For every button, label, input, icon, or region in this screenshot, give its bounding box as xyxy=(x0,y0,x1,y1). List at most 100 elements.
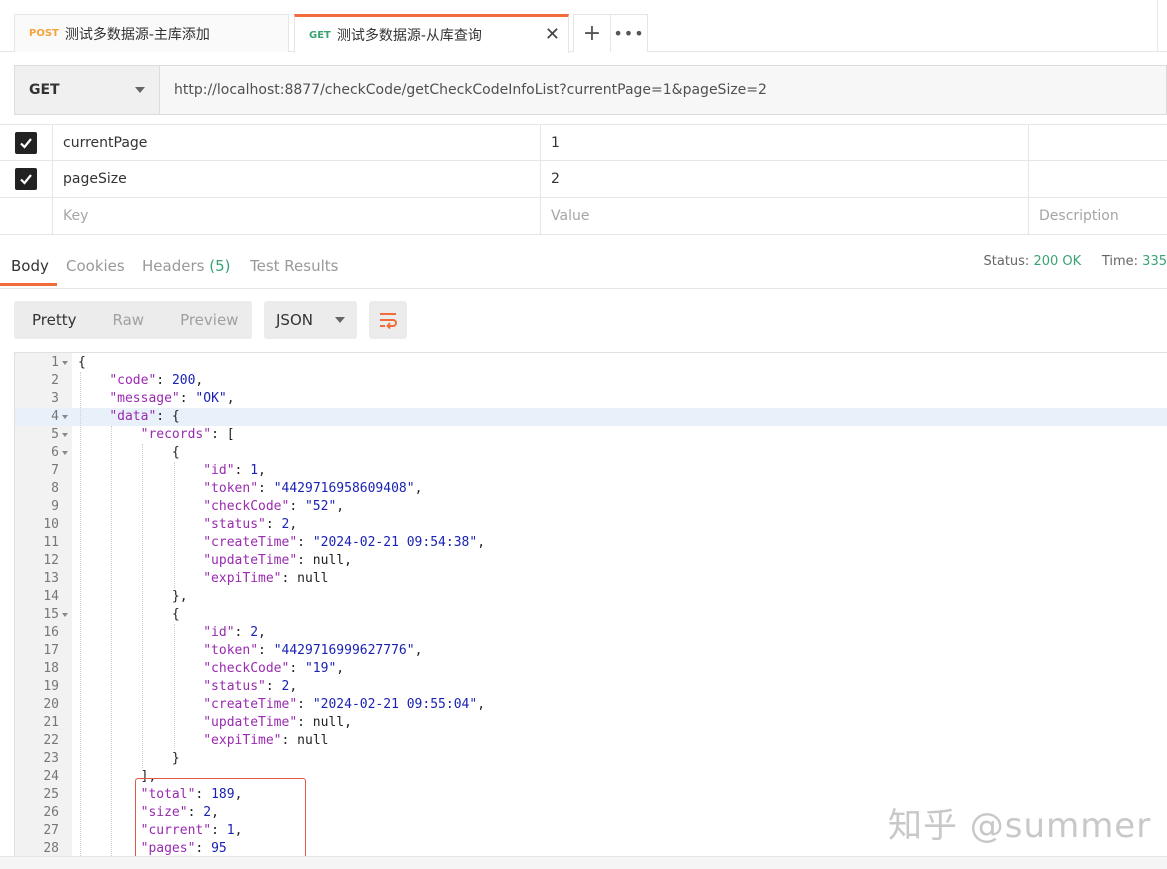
line-number: 8 xyxy=(51,481,59,496)
fold-arrow-icon[interactable] xyxy=(62,433,68,437)
code-line: 6 { xyxy=(15,444,1167,462)
fold-arrow-icon[interactable] xyxy=(62,361,68,365)
fold-arrow-icon[interactable] xyxy=(62,451,68,455)
format-value: JSON xyxy=(276,311,313,329)
param-key[interactable]: pageSize xyxy=(53,161,541,197)
param-value[interactable]: 2 xyxy=(541,161,1029,197)
watermark: 知乎 @summer xyxy=(888,806,1152,846)
line-number: 17 xyxy=(43,643,59,658)
line-number: 7 xyxy=(51,463,59,478)
code-text: { xyxy=(78,445,180,460)
code-line: 11 "createTime": "2024-02-21 09:54:38", xyxy=(15,534,1167,552)
line-number: 25 xyxy=(43,787,59,802)
code-text: "createTime": "2024-02-21 09:54:38", xyxy=(203,535,486,550)
param-description[interactable] xyxy=(1029,125,1167,160)
chevron-down-icon xyxy=(335,317,345,323)
method-select[interactable]: GET xyxy=(15,66,160,114)
request-tab-get-active[interactable]: GET 测试多数据源-从库查询 ✕ xyxy=(294,14,569,53)
code-line: 1{ xyxy=(15,354,1167,372)
code-line: 19 "status": 2, xyxy=(15,678,1167,696)
code-line: 14 }, xyxy=(15,588,1167,606)
code-line: 17 "token": "4429716999627776", xyxy=(15,642,1167,660)
code-text: "token": "4429716999627776", xyxy=(203,643,423,658)
code-text: { xyxy=(78,607,180,622)
pretty-button[interactable]: Pretty xyxy=(14,311,95,329)
code-line: 22 "expiTime": null xyxy=(15,732,1167,750)
line-number: 9 xyxy=(51,499,59,514)
line-number: 26 xyxy=(43,805,59,820)
param-description[interactable] xyxy=(1029,161,1167,197)
line-number: 16 xyxy=(43,625,59,640)
code-line: 23 } xyxy=(15,750,1167,768)
new-tab-plus-icon[interactable]: + xyxy=(573,14,611,52)
param-checkbox-cell xyxy=(0,125,53,160)
param-row: currentPage 1 xyxy=(0,124,1167,161)
code-line: 4 "data": { xyxy=(15,408,1167,426)
checkbox-checked-icon[interactable] xyxy=(15,131,37,154)
code-text: "data": { xyxy=(109,409,180,424)
tab-body[interactable]: Body xyxy=(11,257,49,275)
code-line: 5 "records": [ xyxy=(15,426,1167,444)
tab-cookies[interactable]: Cookies xyxy=(66,257,125,275)
code-text: "checkCode": "19", xyxy=(203,661,345,676)
param-row-empty: Key Value Description xyxy=(0,198,1167,235)
preview-button[interactable]: Preview xyxy=(162,311,256,329)
line-number: 2 xyxy=(51,373,59,388)
indent-guide xyxy=(111,426,113,856)
close-icon[interactable]: ✕ xyxy=(545,24,560,45)
url-input[interactable]: http://localhost:8877/checkCode/getCheck… xyxy=(160,66,1166,114)
wrap-lines-icon[interactable] xyxy=(369,301,407,339)
code-text: "token": "4429716958609408", xyxy=(203,481,423,496)
fold-arrow-icon[interactable] xyxy=(62,613,68,617)
line-number: 10 xyxy=(43,517,59,532)
indent-guide xyxy=(142,444,144,768)
code-line: 7 "id": 1, xyxy=(15,462,1167,480)
view-mode-group: Pretty Raw Preview xyxy=(14,301,252,339)
line-number: 1 xyxy=(51,355,59,370)
line-number: 4 xyxy=(51,409,59,424)
fold-arrow-icon[interactable] xyxy=(62,415,68,419)
chevron-down-icon xyxy=(135,87,145,93)
line-number: 23 xyxy=(43,751,59,766)
code-line: 13 "expiTime": null xyxy=(15,570,1167,588)
request-tab-post[interactable]: POST 测试多数据源-主库添加 xyxy=(14,14,289,52)
code-text: "message": "OK", xyxy=(109,391,235,406)
code-line: 9 "checkCode": "52", xyxy=(15,498,1167,516)
code-line: 16 "id": 2, xyxy=(15,624,1167,642)
request-tab-bar: POST 测试多数据源-主库添加 GET 测试多数据源-从库查询 ✕ + ••• xyxy=(0,0,1167,53)
checkbox-checked-icon[interactable] xyxy=(15,168,37,190)
format-select[interactable]: JSON xyxy=(264,301,357,339)
time-label: Time: xyxy=(1101,254,1139,269)
code-text: "expiTime": null xyxy=(203,733,329,748)
method-value: GET xyxy=(29,82,60,98)
param-value-placeholder[interactable]: Value xyxy=(541,198,1029,234)
line-number: 12 xyxy=(43,553,59,568)
param-key[interactable]: currentPage xyxy=(53,125,541,160)
line-number: 13 xyxy=(43,571,59,586)
line-number: 11 xyxy=(43,535,59,550)
line-number: 19 xyxy=(43,679,59,694)
param-description-placeholder[interactable]: Description xyxy=(1029,198,1167,234)
line-number: 3 xyxy=(51,391,59,406)
headers-count-badge: (5) xyxy=(209,257,231,275)
line-number: 5 xyxy=(51,427,59,442)
indent-guide xyxy=(80,372,81,856)
param-value[interactable]: 1 xyxy=(541,125,1029,160)
indent-guide xyxy=(173,462,175,588)
code-text: } xyxy=(78,751,180,766)
more-options-icon[interactable]: ••• xyxy=(610,14,648,52)
tab-test-results[interactable]: Test Results xyxy=(250,257,338,275)
bottom-status-bar xyxy=(0,856,1167,869)
param-checkbox-cell xyxy=(0,198,53,234)
raw-button[interactable]: Raw xyxy=(95,311,163,329)
tab-headers[interactable]: Headers (5) xyxy=(142,257,230,275)
code-text: "records": [ xyxy=(140,427,235,442)
param-row: pageSize 2 xyxy=(0,161,1167,198)
line-number: 22 xyxy=(43,733,59,748)
line-number: 27 xyxy=(43,823,59,838)
code-text: { xyxy=(78,355,86,370)
code-line: 15 { xyxy=(15,606,1167,624)
param-key-placeholder[interactable]: Key xyxy=(53,198,541,234)
code-text: }, xyxy=(78,589,188,604)
line-number: 18 xyxy=(43,661,59,676)
